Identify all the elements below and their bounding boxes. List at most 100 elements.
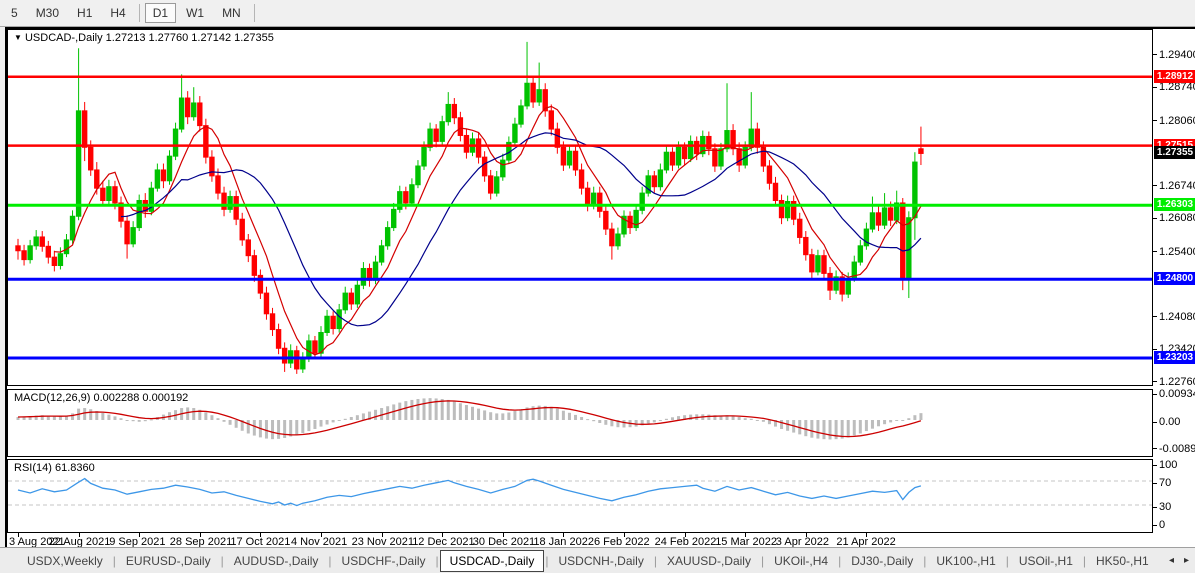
tab-usdxweekly[interactable]: USDX,Weekly [18,551,112,571]
macd-scale-tick: 0.00 [1153,416,1180,428]
candle [767,166,771,183]
tab-eurusddaily[interactable]: EURUSD-,Daily [117,551,220,571]
macd-histogram-bar [568,413,571,420]
macd-histogram-bar [344,419,347,420]
rsi-line [18,479,921,506]
toolbar-separator [139,4,140,22]
macd-histogram-bar [919,413,922,420]
tab-usdcnhdaily[interactable]: USDCNH-,Daily [549,551,652,571]
macd-histogram-bar [307,420,310,431]
macd-histogram-bar [320,420,323,427]
candle [537,90,541,102]
macd-histogram-bar [350,417,353,420]
candle [476,139,480,157]
candle [410,185,414,203]
candle [331,316,335,328]
rsi-panel[interactable]: RSI(14) 61.8360 [7,459,1153,533]
candle [828,273,832,290]
candle [16,246,20,251]
candle [434,129,438,141]
price-tick: 1.29400 [1153,49,1195,61]
macd-histogram-bar [301,420,304,433]
candle [173,129,177,156]
macd-histogram-bar [132,420,135,421]
candle [870,213,874,229]
tab-usoilh1[interactable]: USOil-,H1 [1010,551,1082,571]
candle [707,136,711,148]
timeframe-button-m30[interactable]: M30 [28,3,67,23]
macd-histogram-bar [410,400,413,420]
macd-histogram-bar [326,420,329,424]
tab-usdcaddaily[interactable]: USDCAD-,Daily [440,550,545,572]
macd-histogram-bar [883,420,886,424]
macd-label: MACD(12,26,9) 0.002288 0.000192 [14,392,188,404]
tab-xauusddaily[interactable]: XAUUSD-,Daily [658,551,760,571]
candle [549,111,553,129]
rsi-value: 61.8360 [55,462,95,474]
candle [682,147,686,158]
macd-histogram-bar [871,420,874,429]
candle [913,162,917,218]
candle [513,124,517,142]
macd-histogram-bar [416,399,419,420]
candle [222,193,226,209]
candle [695,141,699,153]
timeframe-button-5[interactable]: 5 [3,3,26,23]
tab-scroll-right-icon[interactable]: ▸ [1184,555,1189,566]
main-chart-panel[interactable]: ▼ USDCAD-,Daily 1.27213 1.27760 1.27142 … [7,29,1153,386]
candle [204,126,208,158]
candle [337,310,341,329]
candle [810,255,814,272]
tab-uk100h1[interactable]: UK100-,H1 [927,551,1004,571]
candle [355,285,359,304]
timeframe-button-d1[interactable]: D1 [145,3,176,23]
tab-audusddaily[interactable]: AUDUSD-,Daily [225,551,328,571]
candle [276,330,280,349]
macd-histogram-bar [495,413,498,420]
macd-histogram-bar [810,420,813,438]
tab-dj30daily[interactable]: DJ30-,Daily [842,551,922,571]
price-tick: 1.28060 [1153,115,1195,127]
candle [343,293,347,310]
macd-histogram-bar [374,410,377,420]
timeframe-button-h4[interactable]: H4 [102,3,133,23]
level-price-label: 1.24800 [1154,272,1195,285]
candle [688,141,692,158]
candle [604,211,608,229]
macd-histogram-bar [429,398,432,420]
tab-ukoilh4[interactable]: UKOil-,H4 [765,551,837,571]
macd-histogram-bar [356,415,359,420]
tab-hk50h1[interactable]: HK50-,H1 [1087,551,1158,571]
chart-window: ▼ USDCAD-,Daily 1.27213 1.27760 1.27142 … [5,27,1195,547]
macd-panel[interactable]: MACD(12,26,9) 0.002288 0.000192 [7,389,1153,457]
candle [101,188,105,200]
macd-histogram-bar [265,420,268,439]
macd-histogram-bar [283,420,286,438]
tab-scroll-left-icon[interactable]: ◂ [1169,555,1174,566]
candle [598,193,602,211]
price-scale[interactable]: 1.294001.287401.280601.267401.260801.254… [1153,29,1195,549]
candle [155,170,159,188]
candle [858,246,862,262]
candle [392,209,396,227]
candle [246,240,250,256]
timeframe-button-h1[interactable]: H1 [69,3,100,23]
candle [561,147,565,165]
candle [882,208,886,225]
macd-histogram-bar [738,417,741,420]
timeframe-button-mn[interactable]: MN [214,3,249,23]
timeframe-button-w1[interactable]: W1 [178,3,212,23]
candle [185,98,189,117]
macd-histogram-bar [235,420,238,428]
macd-histogram-bar [380,408,383,420]
chart-dropdown-icon[interactable]: ▼ [14,33,22,42]
candle [161,170,165,181]
candle [616,234,620,246]
tab-usdchfdaily[interactable]: USDCHF-,Daily [333,551,435,571]
candle [28,246,32,260]
candle [640,193,644,210]
macd-histogram-bar [138,420,141,422]
candle [592,193,596,205]
candle [228,197,232,210]
candle [234,197,238,220]
